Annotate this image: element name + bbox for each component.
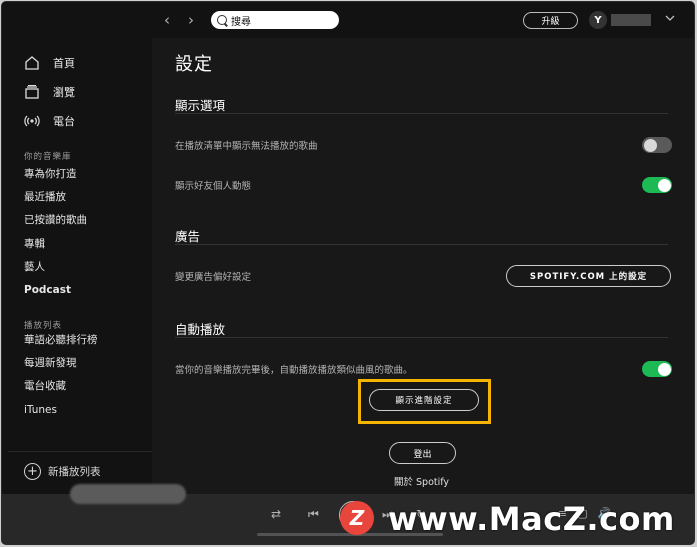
library-list: 專為你打造 最近播放 已按讚的歌曲 專輯 藝人 Podcast — [24, 163, 87, 302]
friend-activity-label: 顯示好友個人動態 — [175, 181, 252, 192]
nav-item-browse[interactable]: 瀏覽 — [24, 77, 75, 106]
home-icon — [25, 55, 39, 70]
search-input[interactable]: 搜尋 — [211, 11, 339, 29]
display-options-heading: 顯示選項 — [175, 98, 226, 113]
show-unplayable-label: 在播放清單中顯示無法播放的歌曲 — [175, 141, 318, 152]
page-title: 設定 — [175, 54, 213, 75]
upgrade-button[interactable]: 升級 — [523, 12, 578, 29]
divider — [175, 244, 668, 245]
chevron-down-icon[interactable] — [665, 13, 675, 23]
toggle-knob — [657, 362, 671, 376]
avatar[interactable]: Y — [589, 11, 607, 29]
logout-button[interactable]: 登出 — [389, 442, 456, 464]
friend-activity-toggle[interactable] — [642, 177, 672, 193]
show-advanced-settings-button[interactable]: 顯示進階設定 — [369, 389, 479, 411]
nav-item-label: 首頁 — [53, 56, 75, 70]
sidebar-item-liked-songs[interactable]: 已按讚的歌曲 — [24, 209, 87, 232]
library-section-title: 你的音樂庫 — [24, 152, 72, 162]
sidebar-item-artists[interactable]: 藝人 — [24, 256, 87, 279]
sidebar-divider — [8, 451, 152, 452]
ad-preferences-label: 變更廣告偏好設定 — [175, 272, 252, 283]
nav-item-radio[interactable]: 電台 — [24, 106, 75, 135]
browse-icon — [25, 84, 39, 99]
playlist-item[interactable]: 電台收藏 — [24, 375, 98, 398]
search-placeholder: 搜尋 — [231, 16, 251, 28]
toggle-knob — [657, 178, 671, 192]
plus-icon: + — [24, 462, 41, 480]
divider — [175, 337, 668, 338]
top-bar: ‹ › 搜尋 升級 Y — [152, 2, 694, 38]
previous-track-icon[interactable]: ⏮ — [308, 507, 319, 522]
nav-item-home[interactable]: 首頁 — [24, 48, 75, 77]
show-unplayable-toggle[interactable] — [642, 137, 672, 153]
settings-page: 設定 顯示選項 在播放清單中顯示無法播放的歌曲 顯示好友個人動態 廣告 變更廣告… — [152, 38, 694, 494]
toggle-knob — [643, 138, 657, 152]
search-icon — [217, 15, 227, 25]
watermark-text: www.MacZ.com — [388, 500, 675, 538]
sidebar-item-podcast[interactable]: Podcast — [24, 279, 87, 302]
username-redacted[interactable] — [611, 14, 651, 26]
back-arrow-icon[interactable]: ‹ — [164, 11, 170, 29]
new-playlist-label: 新播放列表 — [48, 465, 101, 478]
sidebar: 首頁 瀏覽 電台 你的音樂庫 專為你打造 最近播放 已按讚的歌曲 專輯 藝人 P… — [2, 2, 152, 494]
autoplay-toggle[interactable] — [642, 361, 672, 377]
shuffle-icon[interactable]: ⇄ — [271, 507, 281, 521]
ad-settings-button[interactable]: SPOTIFY.COM 上的設定 — [506, 265, 671, 287]
playlist-item[interactable]: 華語必聽排行榜 — [24, 329, 98, 352]
nav-item-label: 瀏覽 — [53, 85, 75, 99]
autoplay-heading: 自動播放 — [175, 322, 226, 337]
sidebar-item-albums[interactable]: 專輯 — [24, 233, 87, 256]
playlist-item[interactable]: 每週新發現 — [24, 352, 98, 375]
app-window: 首頁 瀏覽 電台 你的音樂庫 專為你打造 最近播放 已按讚的歌曲 專輯 藝人 P… — [1, 1, 695, 545]
divider — [175, 113, 668, 114]
sidebar-item-made-for-you[interactable]: 專為你打造 — [24, 163, 87, 186]
watermark-logo: Z — [340, 501, 374, 535]
autoplay-label: 當你的音樂播放完畢後，自動播放播放類似曲風的歌曲。 — [175, 365, 413, 376]
about-spotify-link[interactable]: 關於 Spotify — [394, 474, 449, 488]
playlist-item[interactable]: iTunes — [24, 399, 98, 422]
new-playlist-button[interactable]: + 新播放列表 — [24, 460, 101, 482]
ads-heading: 廣告 — [175, 229, 201, 244]
now-playing-redacted — [70, 484, 186, 504]
playlist-list: 華語必聽排行榜 每週新發現 電台收藏 iTunes — [24, 329, 98, 422]
forward-arrow-icon[interactable]: › — [188, 11, 194, 29]
radio-icon — [24, 115, 40, 126]
sidebar-item-recently-played[interactable]: 最近播放 — [24, 186, 87, 209]
nav-item-label: 電台 — [53, 114, 75, 128]
main-nav: 首頁 瀏覽 電台 — [24, 48, 75, 135]
